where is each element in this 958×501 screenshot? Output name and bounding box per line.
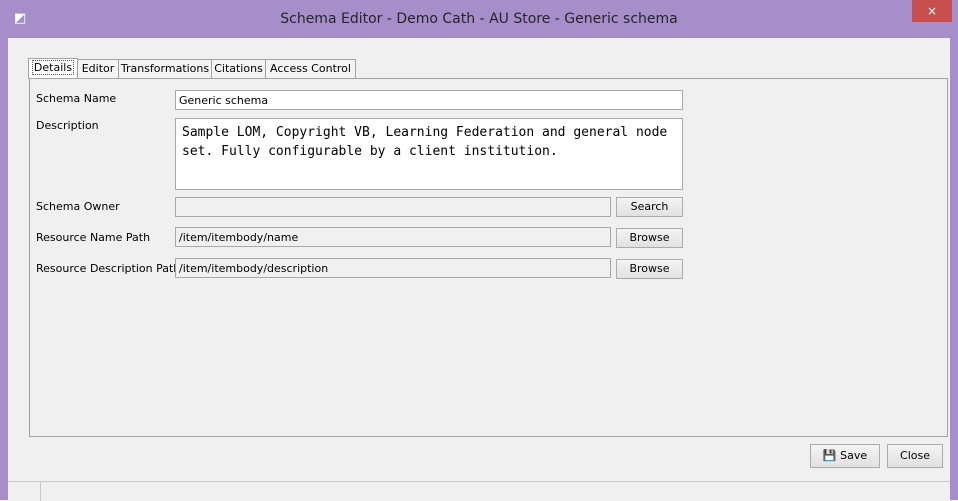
status-divider [40, 482, 41, 501]
browse-name-path-button[interactable]: Browse [616, 228, 683, 248]
resource-name-path-label: Resource Name Path [36, 231, 151, 244]
status-bar [8, 481, 950, 501]
schema-name-label: Schema Name [36, 92, 117, 105]
schema-owner-input[interactable] [175, 197, 611, 217]
tab-access-control[interactable]: Access Control [265, 59, 356, 78]
browse-description-path-button[interactable]: Browse [616, 259, 683, 279]
save-button[interactable]: 💾 Save [810, 444, 880, 468]
tab-citations[interactable]: Citations [211, 59, 266, 78]
close-button[interactable]: Close [887, 444, 943, 468]
details-panel: Schema Name Generic schema Description S… [29, 78, 948, 437]
client-area: Details Editor Transformations Citations… [8, 38, 950, 493]
tab-details[interactable]: Details [28, 58, 78, 79]
close-icon: × [926, 4, 938, 18]
tab-editor[interactable]: Editor [77, 59, 119, 78]
schema-name-input[interactable]: Generic schema [175, 90, 683, 110]
description-textarea[interactable]: Sample LOM, Copyright VB, Learning Feder… [175, 118, 683, 190]
save-icon: 💾 [822, 449, 837, 462]
resource-description-path-input[interactable]: /item/itembody/description [175, 258, 611, 278]
schema-editor-window: ◩ Schema Editor - Demo Cath - AU Store -… [0, 0, 958, 501]
resource-description-path-label: Resource Description Path [36, 262, 181, 275]
resource-name-path-input[interactable]: /item/itembody/name [175, 227, 611, 247]
close-window-button[interactable]: × [912, 0, 952, 22]
tab-transformations[interactable]: Transformations [118, 59, 212, 78]
schema-owner-label: Schema Owner [36, 200, 120, 213]
search-button[interactable]: Search [616, 197, 683, 217]
save-label: Save [840, 449, 868, 462]
description-label: Description [36, 119, 99, 132]
window-title: Schema Editor - Demo Cath - AU Store - G… [280, 11, 678, 27]
title-bar[interactable]: ◩ Schema Editor - Demo Cath - AU Store -… [0, 0, 958, 38]
